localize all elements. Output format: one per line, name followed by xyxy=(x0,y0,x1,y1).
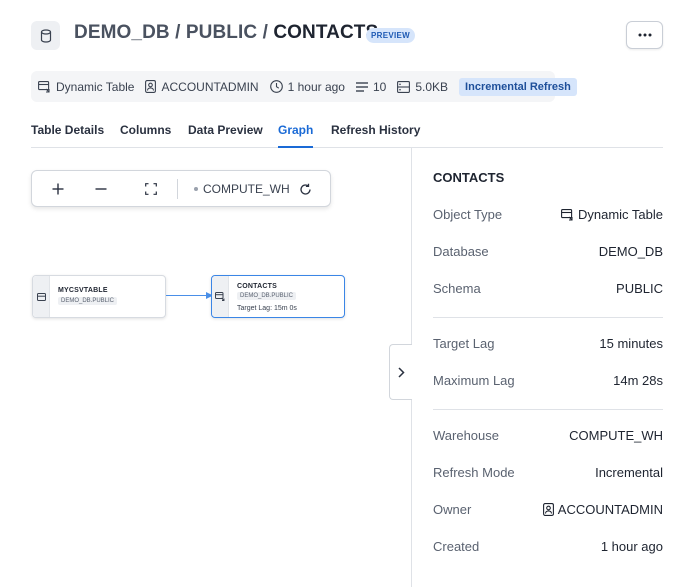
node-schema: DEMO_DB.PUBLIC xyxy=(237,292,297,300)
graph-node-source[interactable]: MYCSVTABLE DEMO_DB.PUBLIC xyxy=(32,275,166,318)
detail-value: DEMO_DB xyxy=(598,244,663,259)
detail-value: 15 minutes xyxy=(599,336,663,351)
detail-key: Owner xyxy=(433,502,472,517)
detail-database: Database DEMO_DB xyxy=(433,244,663,262)
node-title: MYCSVTABLE xyxy=(58,287,108,294)
breadcrumb-separator: / xyxy=(257,22,274,43)
detail-key: Target Lag xyxy=(433,336,495,351)
plus-icon xyxy=(52,183,64,195)
meta-size-label: 5.0KB xyxy=(415,79,449,94)
detail-value: COMPUTE_WH xyxy=(569,428,663,443)
meta-size: 5.0KB xyxy=(397,80,448,94)
detail-key: Warehouse xyxy=(433,428,499,443)
section-divider xyxy=(433,409,663,410)
meta-rows-label: 10 xyxy=(372,79,387,94)
preview-badge: PREVIEW xyxy=(366,28,415,43)
storage-icon xyxy=(397,80,411,93)
detail-value: PUBLIC xyxy=(616,281,663,296)
detail-schema: Schema PUBLIC xyxy=(433,281,663,299)
node-title: CONTACTS xyxy=(237,283,277,290)
meta-type: Dynamic Table xyxy=(38,80,134,94)
more-icon xyxy=(638,33,651,37)
node-stub xyxy=(33,276,50,317)
node-stub xyxy=(212,276,229,317)
detail-object-type: Object Type Dynamic Table xyxy=(433,207,663,225)
tab-columns[interactable]: Columns xyxy=(120,123,171,148)
detail-value-text: ACCOUNTADMIN xyxy=(557,502,663,517)
meta-owner: ACCOUNTADMIN xyxy=(145,79,259,94)
table-name: CONTACTS xyxy=(273,22,379,43)
dynamic-table-icon xyxy=(561,208,573,221)
node-schema: DEMO_DB.PUBLIC xyxy=(58,297,118,305)
metadata-bar: Dynamic Table ACCOUNTADMIN 1 hour ago 10… xyxy=(31,71,577,102)
graph-toolbar: COMPUTE_WH xyxy=(31,170,331,207)
detail-value: 14m 28s xyxy=(613,373,663,388)
refresh-icon xyxy=(299,183,311,195)
more-options-button[interactable] xyxy=(626,21,663,49)
breadcrumb-schema[interactable]: PUBLIC xyxy=(186,22,257,43)
database-icon xyxy=(31,21,60,50)
detail-refresh-mode: Refresh Mode Incremental xyxy=(433,465,663,483)
detail-target-lag: Target Lag 15 minutes xyxy=(433,336,663,354)
detail-key: Refresh Mode xyxy=(433,465,515,480)
page-title: DEMO_DB / PUBLIC / CONTACTS xyxy=(74,22,378,44)
tab-graph[interactable]: Graph xyxy=(278,123,314,148)
zoom-out-button[interactable] xyxy=(92,180,110,198)
meta-updated: 1 hour ago xyxy=(269,79,345,94)
graph-node-target[interactable]: CONTACTS DEMO_DB.PUBLIC Target Lag: 15m … xyxy=(211,275,345,318)
detail-value-text: Dynamic Table xyxy=(577,207,663,222)
detail-key: Created xyxy=(433,539,480,554)
detail-value: Dynamic Table xyxy=(561,207,663,222)
minus-icon xyxy=(95,188,107,190)
detail-key: Object Type xyxy=(433,207,503,222)
detail-key: Maximum Lag xyxy=(433,373,515,388)
meta-owner-label: ACCOUNTADMIN xyxy=(161,79,259,94)
rows-icon xyxy=(355,81,368,92)
section-divider xyxy=(433,317,663,318)
tab-table-details[interactable]: Table Details xyxy=(31,123,104,148)
warehouse-label[interactable]: COMPUTE_WH xyxy=(203,182,290,196)
detail-value: Incremental xyxy=(595,465,663,480)
panel-title: CONTACTS xyxy=(433,170,505,185)
chevron-right-icon xyxy=(397,366,405,378)
collapse-panel-button[interactable] xyxy=(389,344,412,400)
breadcrumb-database[interactable]: DEMO_DB xyxy=(74,22,170,43)
tab-bar: Table Details Columns Data Preview Graph… xyxy=(31,122,663,148)
clock-icon xyxy=(269,80,283,93)
meta-updated-label: 1 hour ago xyxy=(287,79,345,94)
zoom-in-button[interactable] xyxy=(49,180,67,198)
meta-rows: 10 xyxy=(355,79,387,94)
toolbar-separator xyxy=(177,179,178,199)
detail-value: 1 hour ago xyxy=(600,539,663,554)
fit-screen-button[interactable] xyxy=(142,180,160,198)
refresh-button[interactable] xyxy=(296,180,314,198)
tab-data-preview[interactable]: Data Preview xyxy=(188,123,263,148)
detail-key: Database xyxy=(433,244,489,259)
detail-maximum-lag: Maximum Lag 14m 28s xyxy=(433,373,663,391)
detail-created: Created 1 hour ago xyxy=(433,539,663,557)
detail-value: ACCOUNTADMIN xyxy=(542,502,663,517)
detail-key: Schema xyxy=(433,281,481,296)
table-icon xyxy=(36,292,46,301)
tab-refresh-history[interactable]: Refresh History xyxy=(331,123,420,148)
dynamic-table-icon xyxy=(215,292,225,301)
node-target-lag: Target Lag: 15m 0s xyxy=(237,305,297,312)
breadcrumb-separator: / xyxy=(169,22,186,43)
detail-warehouse: Warehouse COMPUTE_WH xyxy=(433,428,663,446)
role-icon xyxy=(145,80,157,93)
detail-owner: Owner ACCOUNTADMIN xyxy=(433,502,663,520)
warehouse-status-dot xyxy=(194,187,198,191)
role-icon xyxy=(542,503,554,516)
fit-screen-icon xyxy=(145,183,157,195)
meta-type-label: Dynamic Table xyxy=(56,79,135,94)
refresh-mode-badge: Incremental Refresh xyxy=(459,77,577,96)
dynamic-table-icon xyxy=(38,80,50,93)
